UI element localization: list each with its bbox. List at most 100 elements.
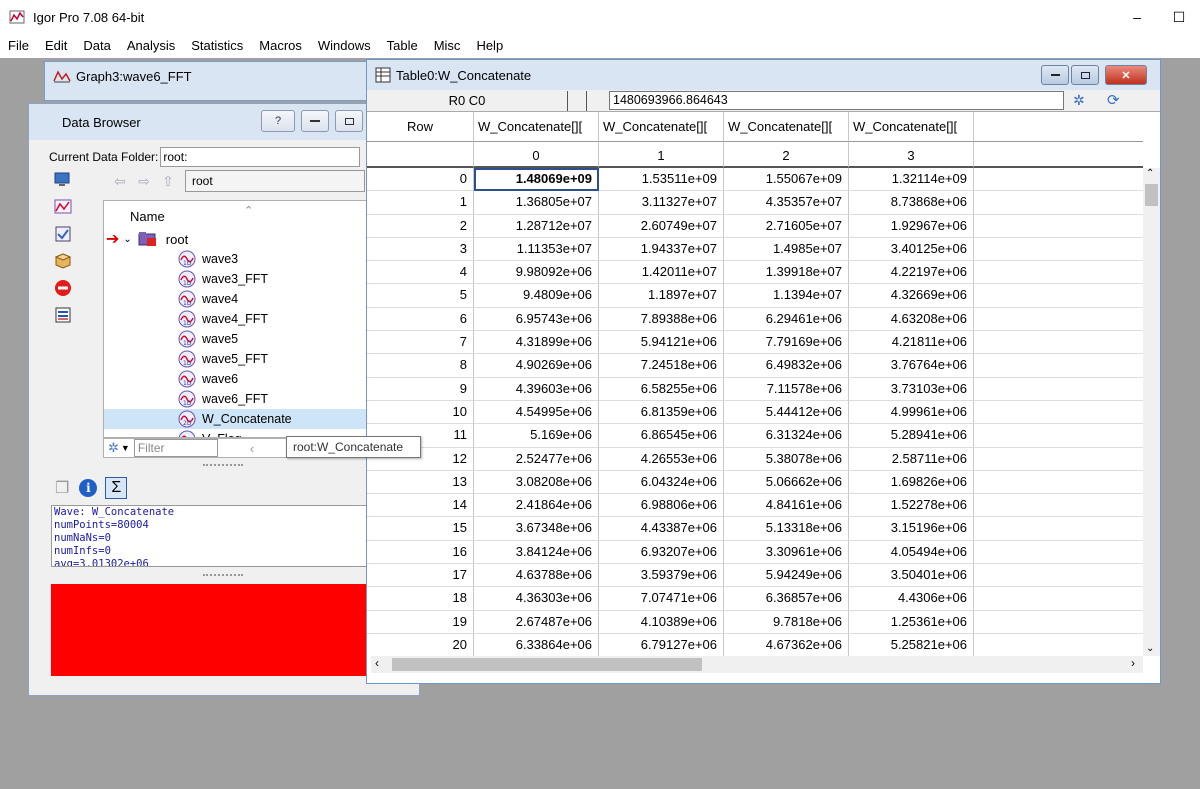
- table-cell[interactable]: 1.48069e+09: [474, 168, 599, 192]
- minimize-window-button[interactable]: [301, 110, 329, 132]
- execute-cmd-button[interactable]: [53, 251, 73, 271]
- table-cell[interactable]: 1.1897e+07: [599, 284, 724, 308]
- graph-window-titlebar[interactable]: Graph3:wave6_FFT: [45, 62, 373, 90]
- column-header[interactable]: W_Concatenate[][: [474, 112, 599, 142]
- table-cell[interactable]: 4.35357e+07: [724, 191, 849, 215]
- table-restore-button[interactable]: [1071, 65, 1099, 85]
- table-cell[interactable]: 3.15196e+06: [849, 517, 974, 541]
- table-cell[interactable]: 6.95743e+06: [474, 307, 599, 332]
- table-cell[interactable]: 1.53511e+09: [599, 168, 724, 192]
- table-cell[interactable]: 1.4985e+07: [724, 237, 849, 262]
- column-header[interactable]: W_Concatenate[][: [599, 112, 724, 142]
- table-cell[interactable]: 6.98806e+06: [599, 494, 724, 518]
- table-cell[interactable]: 4.43387e+06: [599, 517, 724, 541]
- table-cell[interactable]: 6.36857e+06: [724, 587, 849, 611]
- current-folder-field[interactable]: root:: [160, 147, 361, 167]
- table-cell[interactable]: 5.44412e+06: [724, 400, 849, 425]
- table-cell[interactable]: 3.59379e+06: [599, 564, 724, 588]
- table-cell[interactable]: 2.52477e+06: [474, 447, 599, 471]
- scroll-down-icon[interactable]: ⌄: [1146, 643, 1154, 654]
- tree-item[interactable]: 1D wave3_FFT: [104, 269, 368, 289]
- expand-chevron-icon[interactable]: ⌄: [123, 234, 131, 245]
- tree-item[interactable]: 1D wave5_FFT: [104, 349, 368, 369]
- back-arrow-icon[interactable]: ⇦: [109, 171, 131, 191]
- table-grid[interactable]: Row W_Concatenate[][ W_Concatenate[][ W_…: [367, 112, 1143, 656]
- table-cell[interactable]: 4.63788e+06: [474, 564, 599, 588]
- table-cell[interactable]: 3.30961e+06: [724, 540, 849, 565]
- menu-table[interactable]: Table: [379, 34, 426, 58]
- table-cell[interactable]: 1.55067e+09: [724, 168, 849, 192]
- statistics-sigma-button[interactable]: Σ: [105, 477, 128, 499]
- entry-field[interactable]: 1480693966.864643: [609, 91, 1064, 110]
- table-cell[interactable]: 1.94337e+07: [599, 237, 724, 262]
- tree-header-name[interactable]: Name ⌃: [104, 201, 368, 229]
- menu-data[interactable]: Data: [75, 34, 118, 58]
- table-cell[interactable]: 6.33864e+06: [474, 633, 599, 656]
- filter-input[interactable]: Filter: [133, 439, 218, 457]
- table-cell[interactable]: 2.71605e+07: [724, 214, 849, 238]
- table-cell[interactable]: 9.4809e+06: [474, 284, 599, 308]
- table-cell[interactable]: 4.31899e+06: [474, 331, 599, 355]
- table-cell[interactable]: 6.29461e+06: [724, 307, 849, 332]
- table-cell[interactable]: 1.92967e+06: [849, 214, 974, 238]
- table-cell[interactable]: 6.79127e+06: [599, 633, 724, 656]
- table-cell[interactable]: 6.04324e+06: [599, 470, 724, 495]
- menu-misc[interactable]: Misc: [426, 34, 469, 58]
- table-cell[interactable]: 4.21811e+06: [849, 331, 974, 355]
- table-cell[interactable]: 4.05494e+06: [849, 540, 974, 565]
- new-table-button[interactable]: [53, 224, 73, 244]
- table-cell[interactable]: 1.36805e+07: [474, 191, 599, 215]
- help-button[interactable]: ?: [261, 110, 295, 132]
- path-field[interactable]: root: [185, 170, 365, 192]
- table-cell[interactable]: 3.40125e+06: [849, 237, 974, 262]
- table-cell[interactable]: 3.11327e+07: [599, 191, 724, 215]
- table-cell[interactable]: 4.22197e+06: [849, 261, 974, 285]
- menu-statistics[interactable]: Statistics: [183, 34, 251, 58]
- menu-edit[interactable]: Edit: [37, 34, 75, 58]
- table-cell[interactable]: 9.98092e+06: [474, 261, 599, 285]
- table-cell[interactable]: 7.07471e+06: [599, 587, 724, 611]
- splitter-grip[interactable]: [203, 464, 243, 468]
- data-browser-titlebar[interactable]: Data Browser ?: [29, 104, 419, 140]
- table-cell[interactable]: 5.25821e+06: [849, 633, 974, 656]
- table-cell[interactable]: 3.73103e+06: [849, 377, 974, 401]
- tree-item[interactable]: 2D W_Concatenate: [104, 409, 368, 429]
- horizontal-scroll-thumb[interactable]: [392, 658, 702, 671]
- table-cell[interactable]: 5.06662e+06: [724, 470, 849, 495]
- scroll-right-icon[interactable]: ›: [1131, 656, 1135, 670]
- menu-windows[interactable]: Windows: [310, 34, 379, 58]
- table-window-titlebar[interactable]: Table0:W_Concatenate ✕: [367, 60, 1160, 90]
- display-options-button[interactable]: [53, 170, 73, 190]
- table-cell[interactable]: 4.67362e+06: [724, 633, 849, 656]
- table-cell[interactable]: 4.54995e+06: [474, 400, 599, 425]
- table-cell[interactable]: 4.36303e+06: [474, 587, 599, 611]
- tree-item[interactable]: 1D wave4_FFT: [104, 309, 368, 329]
- table-cell[interactable]: 4.39603e+06: [474, 377, 599, 401]
- table-cell[interactable]: 6.86545e+06: [599, 424, 724, 448]
- table-cell[interactable]: 1.69826e+06: [849, 470, 974, 495]
- forward-arrow-icon[interactable]: ⇨: [133, 171, 155, 191]
- table-cell[interactable]: 1.32114e+09: [849, 168, 974, 192]
- minimize-button[interactable]: –: [1114, 0, 1160, 34]
- table-cell[interactable]: 5.38078e+06: [724, 447, 849, 471]
- refresh-icon[interactable]: ⟳: [1107, 91, 1120, 109]
- horizontal-scrollbar[interactable]: ‹ ›: [371, 656, 1143, 673]
- table-cell[interactable]: 7.89388e+06: [599, 307, 724, 332]
- table-cell[interactable]: 3.50401e+06: [849, 564, 974, 588]
- graph-window[interactable]: Graph3:wave6_FFT: [44, 61, 374, 101]
- table-cell[interactable]: 7.11578e+06: [724, 377, 849, 401]
- tree-item[interactable]: 1D wave6: [104, 369, 368, 389]
- table-cell[interactable]: 7.24518e+06: [599, 354, 724, 378]
- gear-icon[interactable]: ✲: [108, 440, 119, 456]
- table-cell[interactable]: 5.169e+06: [474, 424, 599, 448]
- table-cell[interactable]: 1.52278e+06: [849, 494, 974, 518]
- data-tree[interactable]: Name ⌃ ➔ ⌄ root 1D wave3 1D wave3_FFT 1D wave…: [103, 200, 369, 438]
- table-cell[interactable]: 2.41864e+06: [474, 494, 599, 518]
- tree-item[interactable]: 1D wave6_FFT: [104, 389, 368, 409]
- table-cell[interactable]: 3.67348e+06: [474, 517, 599, 541]
- table-cell[interactable]: 5.28941e+06: [849, 424, 974, 448]
- table-cell[interactable]: 4.32669e+06: [849, 284, 974, 308]
- table-cell[interactable]: 1.11353e+07: [474, 237, 599, 262]
- scroll-left-icon[interactable]: ‹: [375, 656, 379, 670]
- table-cell[interactable]: 6.93207e+06: [599, 540, 724, 565]
